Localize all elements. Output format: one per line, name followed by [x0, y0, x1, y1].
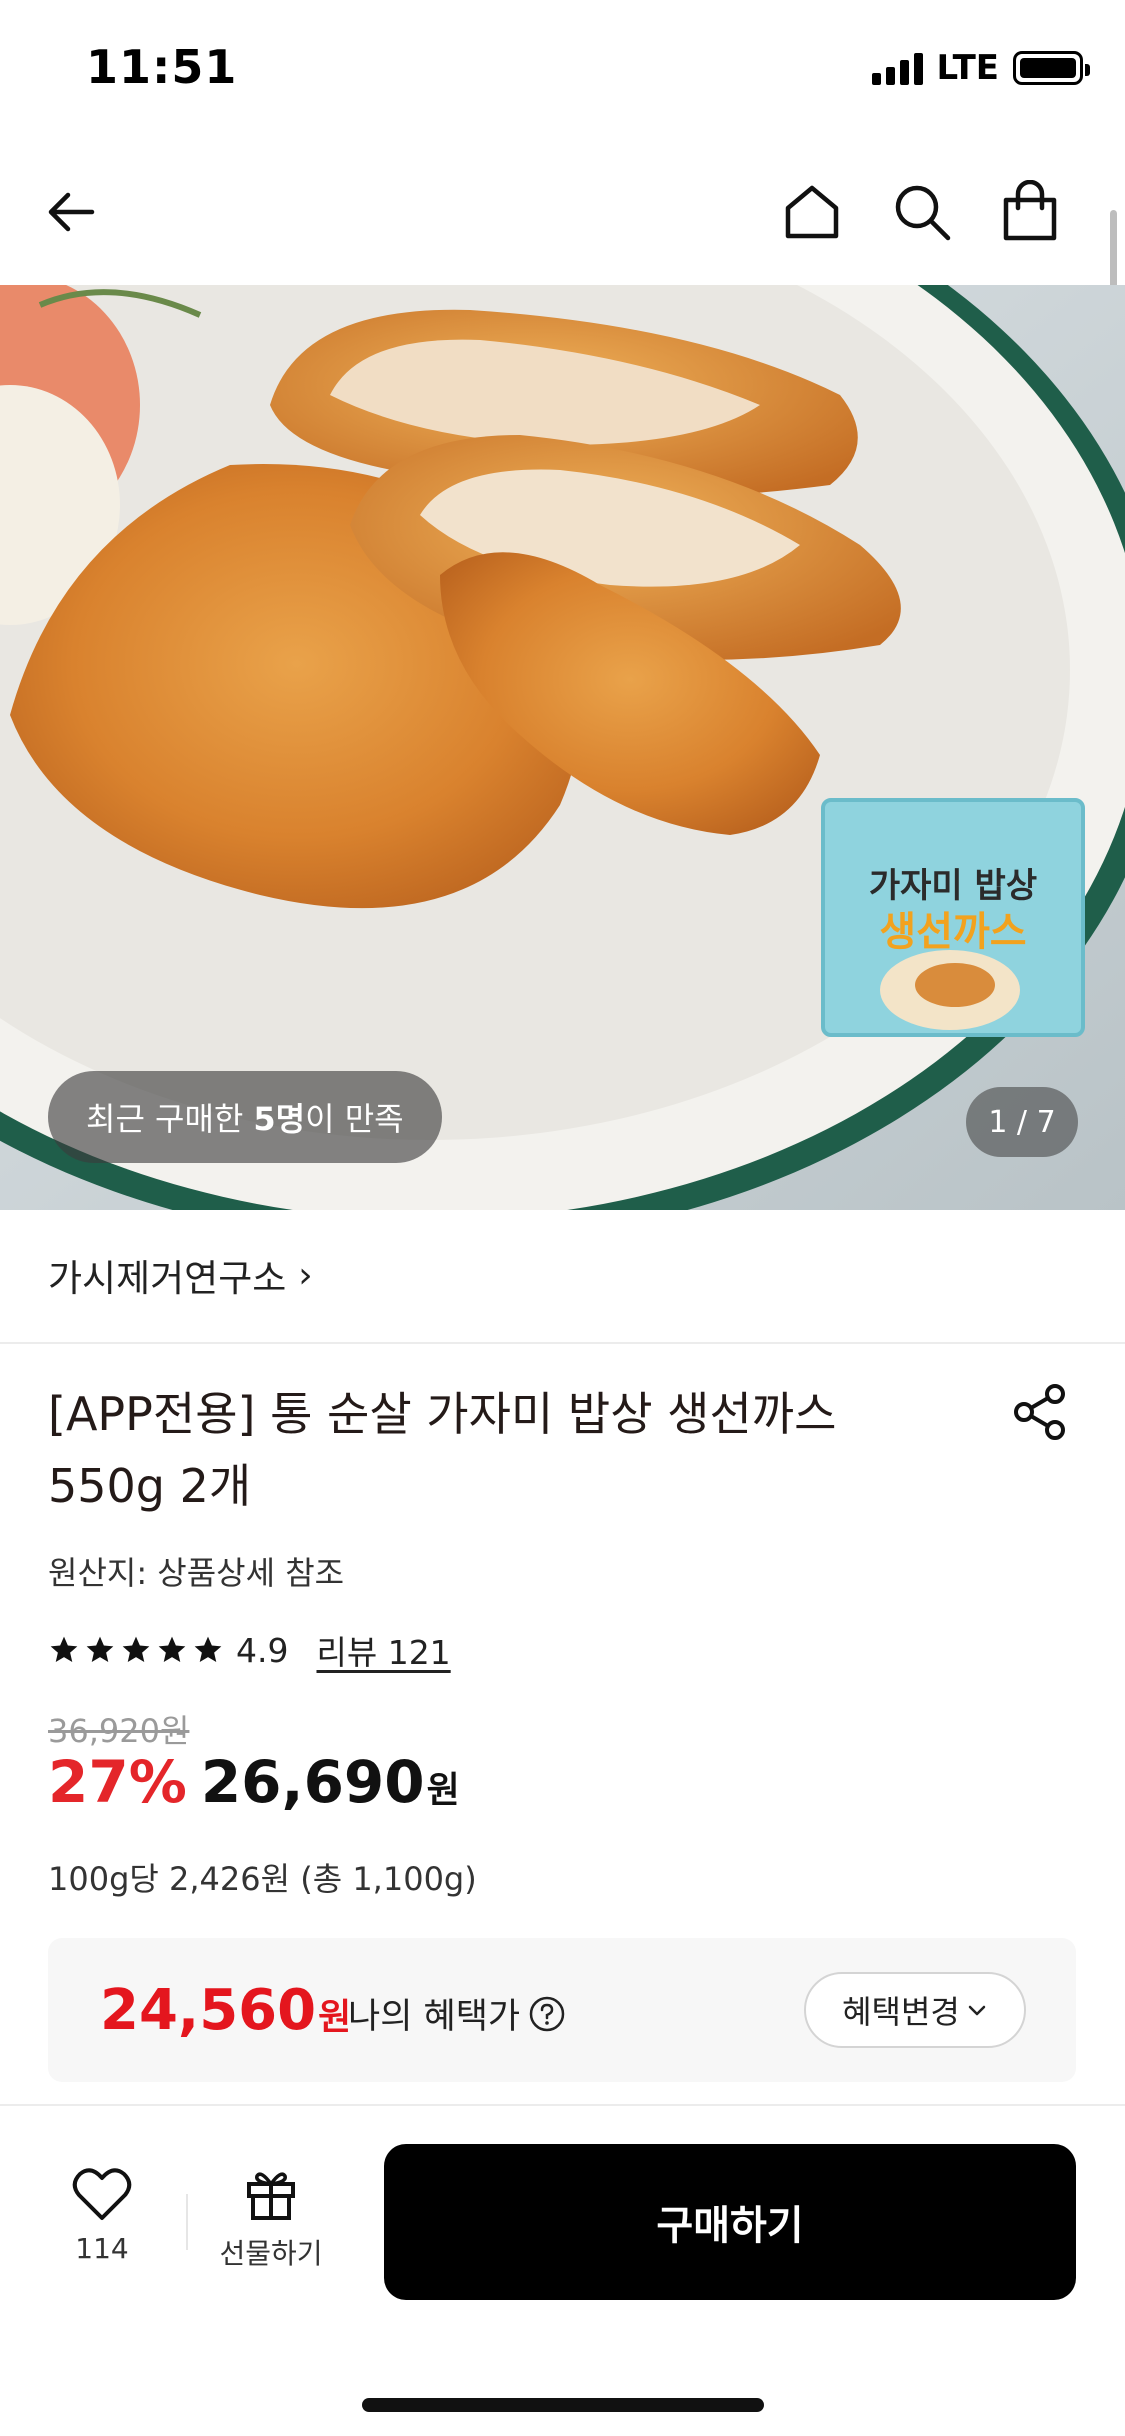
- share-button[interactable]: [1010, 1382, 1070, 1442]
- original-price: 36,920원: [48, 1712, 190, 1750]
- heart-icon: [72, 2168, 132, 2220]
- chevron-down-icon: [968, 2005, 986, 2016]
- origin-info: 원산지: 상품상세 참조: [48, 1554, 345, 1592]
- product-title: [APP전용] 통 순살 가자미 밥상 생선까스 550g 2개: [48, 1387, 837, 1513]
- cart-button[interactable]: [994, 176, 1066, 248]
- brand-name: 가시제거연구소: [48, 1257, 287, 1300]
- star-rating: [48, 1634, 224, 1666]
- like-button[interactable]: 114: [52, 2166, 152, 2265]
- gift-label: 선물하기: [219, 2237, 323, 2270]
- recent-buyers-badge: 최근 구매한 5명 이 만족: [48, 1071, 442, 1163]
- review-link[interactable]: 리뷰 121: [316, 1626, 450, 1674]
- chevron-right-icon: ›: [298, 1254, 313, 1296]
- discount-rate: 27%: [48, 1748, 187, 1816]
- like-count: 114: [75, 2232, 129, 2265]
- star-icon: [158, 1636, 186, 1662]
- sale-price: 26,690: [200, 1748, 425, 1816]
- unit-price: 100g당 2,426원 (총 1,100g): [48, 1860, 477, 1898]
- battery-icon: [1013, 51, 1090, 85]
- recent-count: 5명: [253, 1100, 306, 1138]
- price-currency: 원: [426, 1770, 460, 1811]
- bottom-action-bar: 114 선물하기 구매하기: [0, 2104, 1125, 2436]
- shopping-bag-icon: [1003, 180, 1057, 241]
- network-label: LTE: [936, 48, 999, 88]
- search-button[interactable]: [886, 176, 958, 248]
- status-bar: 11:51 LTE: [0, 0, 1125, 140]
- gift-button[interactable]: 선물하기: [206, 2166, 336, 2272]
- star-icon: [86, 1636, 114, 1662]
- change-benefit-button[interactable]: 혜택변경: [804, 1972, 1026, 2048]
- star-icon: [122, 1636, 150, 1662]
- star-icon: [50, 1636, 78, 1662]
- benefit-price: 24,560 원: [100, 1978, 351, 2043]
- back-arrow-icon: [48, 192, 95, 232]
- star-icon: [194, 1636, 222, 1662]
- change-benefit-label: 혜택변경: [842, 1993, 960, 2031]
- recent-prefix: 최근 구매한: [86, 1100, 244, 1138]
- benefit-price-value: 24,560: [100, 1978, 317, 2043]
- package-text-top: 가자미 밥상: [869, 866, 1037, 906]
- rating-row: 4.9 리뷰 121: [48, 1625, 451, 1675]
- product-image-carousel[interactable]: 가자미 밥상 생선까스 최근 구매한 5명 이 만족 1 / 7: [0, 285, 1125, 1210]
- home-button[interactable]: [776, 176, 848, 248]
- benefit-price-box: 24,560 원 나의 혜택가 혜택변경: [48, 1938, 1076, 2082]
- benefit-price-currency: 원: [318, 1997, 352, 2038]
- benefit-label-text: 나의 혜택가: [348, 1997, 521, 2037]
- recent-suffix: 이 만족: [305, 1100, 404, 1138]
- gift-icon: [247, 2172, 295, 2220]
- signal-icon: [871, 51, 923, 85]
- top-navigation: [0, 140, 1125, 285]
- package-text-bottom: 생선까스: [879, 909, 1026, 955]
- status-indicators: LTE: [871, 48, 1090, 88]
- home-icon: [785, 185, 839, 239]
- help-icon[interactable]: [528, 1995, 566, 2033]
- price-row: 27% 26,690 원: [48, 1748, 460, 1828]
- brand-link[interactable]: 가시제거연구소 ›: [48, 1240, 313, 1310]
- divider: [186, 2194, 188, 2250]
- search-icon: [895, 185, 951, 241]
- share-icon: [1014, 1384, 1065, 1440]
- rating-value: 4.9: [236, 1630, 289, 1670]
- benefit-label: 나의 혜택가: [348, 1988, 566, 2039]
- back-button[interactable]: [36, 176, 108, 248]
- divider: [0, 1342, 1125, 1344]
- home-indicator: [362, 2398, 764, 2412]
- status-time: 11:51: [86, 40, 238, 94]
- image-page-counter: 1 / 7: [966, 1087, 1078, 1157]
- buy-button[interactable]: 구매하기: [384, 2144, 1076, 2300]
